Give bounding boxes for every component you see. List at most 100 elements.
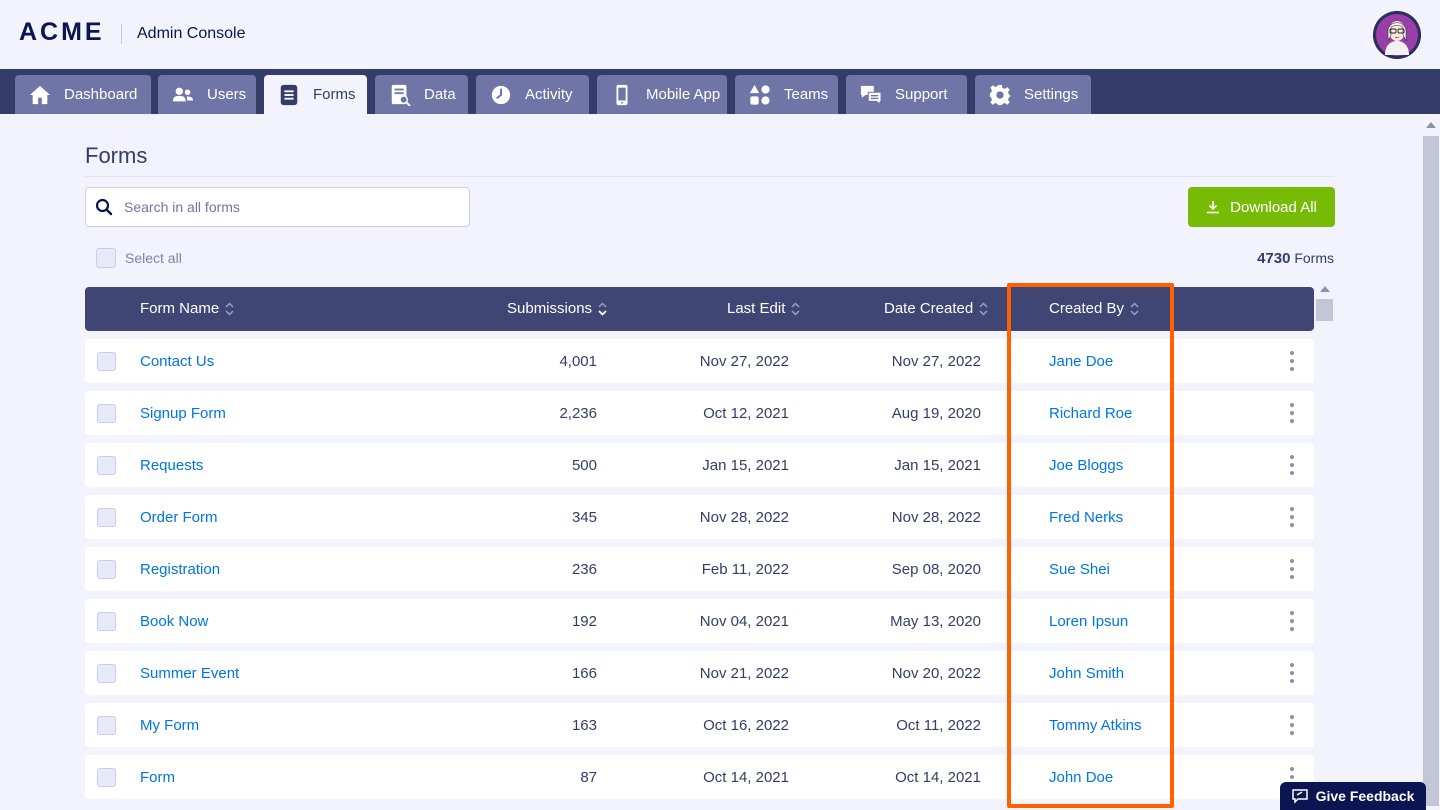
column-label: Form Name [140, 300, 220, 317]
column-header-submissions[interactable]: Submissions [507, 300, 607, 317]
tab-support[interactable]: Support [846, 75, 967, 114]
clock-icon [489, 83, 513, 107]
row-checkbox[interactable] [97, 664, 116, 683]
row-menu-icon[interactable] [1288, 455, 1296, 475]
row-menu-icon[interactable] [1288, 507, 1296, 527]
created-by-link[interactable]: Jane Doe [1049, 353, 1113, 370]
date-created: Sep 08, 2020 [891, 561, 981, 578]
last-edit-date: Feb 11, 2022 [701, 561, 789, 578]
give-feedback-label: Give Feedback [1315, 788, 1415, 804]
table-scrollbar[interactable] [1316, 283, 1334, 810]
row-menu-icon[interactable] [1288, 559, 1296, 579]
forms-icon [277, 83, 301, 107]
table-row: Registration 236 Feb 11, 2022 Sep 08, 20… [85, 547, 1314, 591]
submissions-count: 345 [571, 509, 597, 526]
tab-label: Forms [313, 86, 356, 103]
row-checkbox[interactable] [97, 560, 116, 579]
column-header-last-edit[interactable]: Last Edit [727, 300, 800, 317]
tab-activity[interactable]: Activity [476, 75, 589, 114]
search-box[interactable] [85, 187, 470, 227]
table-header: Form Name Submissions Last Edit Date Cre… [85, 287, 1314, 331]
tab-data[interactable]: Data [375, 75, 468, 114]
column-header-form-name[interactable]: Form Name [140, 300, 234, 317]
tab-users[interactable]: Users [158, 75, 256, 114]
form-name-link[interactable]: Order Form [140, 509, 218, 526]
row-menu-icon[interactable] [1288, 403, 1296, 423]
last-edit-date: Oct 16, 2022 [703, 717, 789, 734]
tab-label: Users [207, 86, 247, 103]
row-menu-icon[interactable] [1288, 611, 1296, 631]
row-checkbox[interactable] [97, 716, 116, 735]
table-row: Contact Us 4,001 Nov 27, 2022 Nov 27, 20… [85, 339, 1314, 383]
row-checkbox[interactable] [97, 404, 116, 423]
form-name-link[interactable]: Requests [140, 457, 203, 474]
sort-icon [979, 301, 988, 316]
created-by-link[interactable]: Tommy Atkins [1049, 717, 1142, 734]
last-edit-date: Jan 15, 2021 [702, 457, 789, 474]
title-divider [85, 176, 1335, 177]
row-menu-icon[interactable] [1288, 663, 1296, 683]
table-row: Form 87 Oct 14, 2021 Oct 14, 2021 John D… [85, 755, 1314, 799]
tab-label: Mobile App [646, 86, 721, 103]
app-title: Admin Console [137, 25, 246, 42]
row-checkbox[interactable] [97, 768, 116, 787]
form-name-link[interactable]: Signup Form [140, 405, 226, 422]
form-name-link[interactable]: Form [140, 769, 175, 786]
tab-teams[interactable]: Teams [735, 75, 838, 114]
home-icon [28, 83, 52, 107]
created-by-link[interactable]: Richard Roe [1049, 405, 1132, 422]
tab-label: Dashboard [64, 86, 138, 103]
feedback-icon [1291, 789, 1308, 804]
tab-forms[interactable]: Forms [264, 75, 367, 114]
submissions-count: 4,001 [559, 353, 597, 370]
row-checkbox[interactable] [97, 508, 116, 527]
form-name-link[interactable]: Book Now [140, 613, 208, 630]
column-label: Last Edit [727, 300, 786, 317]
column-label: Created By [1049, 300, 1125, 317]
created-by-link[interactable]: Fred Nerks [1049, 509, 1123, 526]
row-menu-icon[interactable] [1288, 715, 1296, 735]
created-by-link[interactable]: Joe Bloggs [1049, 457, 1123, 474]
row-checkbox[interactable] [97, 352, 116, 371]
row-checkbox[interactable] [97, 612, 116, 631]
download-all-button[interactable]: Download All [1188, 187, 1335, 227]
created-by-link[interactable]: John Smith [1049, 665, 1124, 682]
page-scrollbar[interactable] [1421, 114, 1440, 810]
select-all-label: Select all [125, 250, 182, 266]
last-edit-date: Nov 21, 2022 [699, 665, 789, 682]
tab-settings[interactable]: Settings [975, 75, 1091, 114]
last-edit-date: Nov 04, 2021 [699, 613, 789, 630]
form-name-link[interactable]: My Form [140, 717, 199, 734]
acme-logo[interactable]: ACME [19, 18, 105, 47]
tab-mobile-app[interactable]: Mobile App [597, 75, 727, 114]
tab-label: Activity [525, 86, 573, 103]
scroll-up-icon[interactable] [1320, 286, 1330, 292]
column-header-date-created[interactable]: Date Created [884, 300, 988, 317]
column-header-created-by[interactable]: Created By [1049, 300, 1139, 317]
row-checkbox[interactable] [97, 456, 116, 475]
form-name-link[interactable]: Contact Us [140, 353, 214, 370]
created-by-link[interactable]: John Doe [1049, 769, 1113, 786]
row-menu-icon[interactable] [1288, 351, 1296, 371]
scroll-thumb[interactable] [1423, 136, 1439, 806]
form-name-link[interactable]: Registration [140, 561, 220, 578]
select-all[interactable]: Select all [96, 248, 182, 268]
submissions-count: 192 [571, 613, 597, 630]
data-icon [388, 83, 412, 107]
date-created: Nov 27, 2022 [891, 353, 981, 370]
user-avatar[interactable] [1373, 11, 1421, 59]
form-name-link[interactable]: Summer Event [140, 665, 239, 682]
last-edit-date: Nov 27, 2022 [699, 353, 789, 370]
sort-icon [225, 301, 234, 316]
submissions-count: 2,236 [559, 405, 597, 422]
tab-dashboard[interactable]: Dashboard [15, 75, 151, 114]
download-all-label: Download All [1230, 198, 1317, 216]
sort-icon [791, 301, 800, 316]
give-feedback-button[interactable]: Give Feedback [1280, 782, 1426, 810]
created-by-link[interactable]: Sue Shei [1049, 561, 1110, 578]
search-input[interactable] [124, 199, 444, 215]
scroll-up-icon[interactable] [1426, 122, 1436, 128]
created-by-link[interactable]: Loren Ipsun [1049, 613, 1128, 630]
select-all-checkbox[interactable] [96, 248, 116, 268]
scroll-thumb[interactable] [1316, 299, 1333, 321]
